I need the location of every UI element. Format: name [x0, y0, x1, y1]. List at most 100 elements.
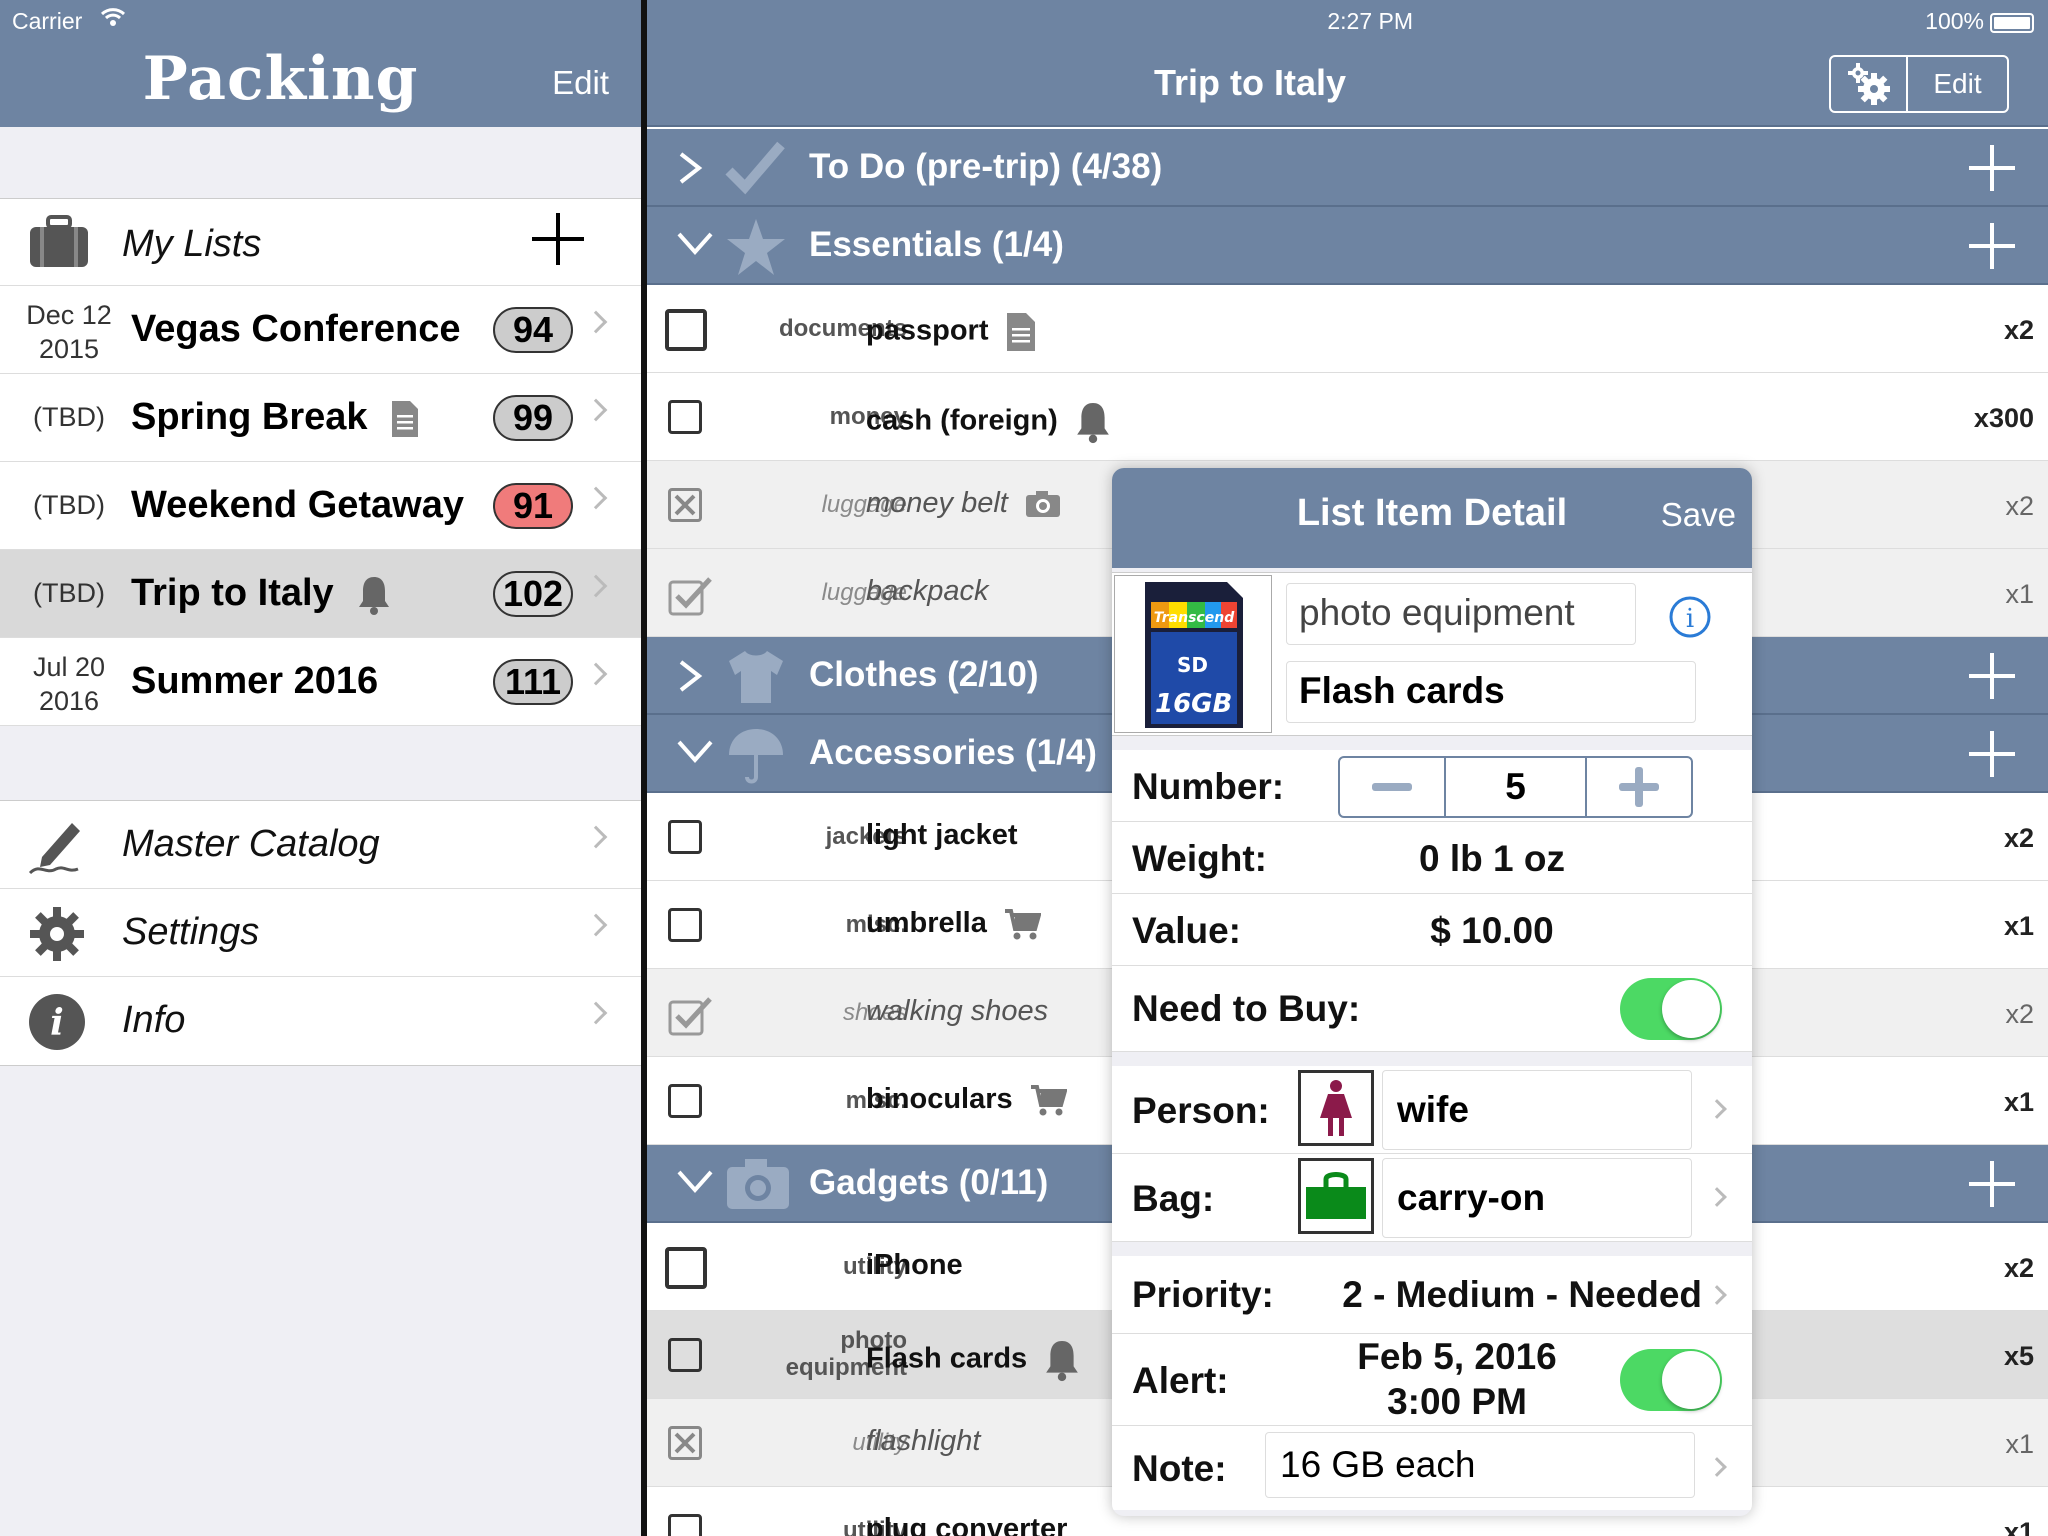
- bag-icon-box: [1298, 1158, 1374, 1234]
- chevron-right-icon: [679, 152, 703, 184]
- note-value[interactable]: 16 GB each: [1265, 1432, 1695, 1498]
- item-row-cash-foreign[interactable]: money cash (foreign) x300: [647, 373, 2048, 461]
- list-settings-button[interactable]: [1831, 57, 1908, 111]
- item-checkbox[interactable]: [665, 1247, 707, 1289]
- list-date: Dec 12 2015: [26, 300, 112, 364]
- list-row-spring-break[interactable]: (TBD) Spring Break 99: [0, 374, 641, 462]
- list-title: Trip to Italy: [1153, 62, 1347, 103]
- item-checkbox[interactable]: [665, 309, 707, 351]
- item-checkbox-excluded[interactable]: [668, 1426, 702, 1460]
- alert-toggle[interactable]: [1620, 1349, 1722, 1411]
- gears-icon: [1847, 63, 1890, 105]
- add-item-button[interactable]: [1967, 143, 2017, 193]
- chevron-right-icon: [584, 1001, 608, 1025]
- add-list-button[interactable]: [530, 211, 586, 273]
- tshirt-icon: [729, 651, 783, 703]
- weight-label: Weight:: [1132, 838, 1267, 879]
- item-name: passport: [866, 311, 1037, 353]
- save-button[interactable]: Save: [1661, 496, 1736, 534]
- menu-label: Master Catalog: [122, 823, 380, 865]
- info-button[interactable]: i: [1668, 595, 1712, 644]
- bag-row[interactable]: Bag: carry-on: [1112, 1154, 1752, 1242]
- item-count-badge: 102: [493, 571, 573, 617]
- item-checkbox-excluded[interactable]: [668, 488, 702, 522]
- item-row-passport[interactable]: documents passport x2: [647, 285, 2048, 373]
- item-checkbox[interactable]: [668, 820, 702, 854]
- need-to-buy-row: Need to Buy:: [1112, 966, 1752, 1052]
- item-checkbox[interactable]: [668, 908, 702, 942]
- increment-button[interactable]: [1587, 758, 1691, 816]
- item-checkbox[interactable]: [668, 1338, 702, 1372]
- menu-item-info[interactable]: i Info: [0, 977, 641, 1065]
- item-checkbox-checked[interactable]: [668, 576, 712, 616]
- plus-icon: [1619, 767, 1659, 807]
- list-name: Weekend Getaway: [131, 484, 465, 526]
- person-value: wife: [1382, 1070, 1692, 1150]
- quantity-stepper: 5: [1338, 756, 1693, 818]
- quantity-value[interactable]: 5: [1444, 758, 1587, 816]
- list-date: (TBD): [33, 578, 105, 608]
- list-row-trip-to-italy[interactable]: (TBD) Trip to Italy 102: [0, 550, 641, 638]
- priority-row[interactable]: Priority: 2 - Medium - Needed: [1112, 1256, 1752, 1334]
- section-essentials[interactable]: Essentials (1/4): [647, 207, 2048, 285]
- category-field[interactable]: photo equipment: [1286, 583, 1636, 645]
- note-row[interactable]: Note: 16 GB each: [1112, 1426, 1752, 1510]
- chevron-down-icon: [677, 1170, 713, 1194]
- item-name: money belt: [866, 487, 1062, 520]
- edit-list-button[interactable]: Edit: [1908, 57, 2007, 111]
- item-checkbox[interactable]: [668, 1514, 702, 1536]
- decrement-button[interactable]: [1340, 758, 1444, 816]
- item-identity-section: Transcend SD 16GB photo equipment i Flas…: [1112, 572, 1752, 736]
- item-name: Flash cards: [866, 1337, 1081, 1383]
- menu-item-settings[interactable]: Settings: [0, 889, 641, 977]
- item-name: flashlight: [866, 1425, 981, 1457]
- chevron-right-icon: [1707, 1457, 1727, 1477]
- weight-row[interactable]: Weight: 0 lb 1 oz: [1112, 822, 1752, 894]
- list-date: (TBD): [33, 490, 105, 520]
- list-row-vegas-conference[interactable]: Dec 12 2015 Vegas Conference 94: [0, 286, 641, 374]
- alert-row[interactable]: Alert: Feb 5, 2016 3:00 PM: [1112, 1334, 1752, 1426]
- item-checkbox[interactable]: [668, 400, 702, 434]
- svg-text:i: i: [1686, 604, 1694, 634]
- add-item-button[interactable]: [1967, 651, 2017, 701]
- item-count-badge: 94: [493, 307, 573, 353]
- add-item-button[interactable]: [1967, 221, 2017, 271]
- sidebar-menu: Master Catalog Settings i Info: [0, 800, 641, 1066]
- item-detail-popover: List Item Detail Save Transcend SD 16GB …: [1112, 468, 1752, 1516]
- list-row-summer-2016[interactable]: Jul 20 2016 Summer 2016 111: [0, 638, 641, 726]
- info-circle-icon: i: [1669, 596, 1711, 638]
- item-photo[interactable]: Transcend SD 16GB: [1114, 575, 1272, 733]
- section-todo[interactable]: To Do (pre-trip) (4/38): [647, 129, 2048, 207]
- chevron-right-icon: [1707, 1285, 1727, 1305]
- value-row[interactable]: Value: $ 10.00: [1112, 894, 1752, 966]
- item-count-badge: 111: [493, 659, 573, 705]
- minus-icon: [1372, 783, 1412, 791]
- item-quantity: x5: [2003, 1341, 2034, 1371]
- alert-datetime: Feb 5, 2016 3:00 PM: [1282, 1334, 1632, 1424]
- person-row[interactable]: Person: wife: [1112, 1066, 1752, 1154]
- priority-label: Priority:: [1132, 1274, 1274, 1315]
- list-row-weekend-getaway[interactable]: (TBD) Weekend Getaway 91: [0, 462, 641, 550]
- item-name-field[interactable]: Flash cards: [1286, 661, 1696, 723]
- add-item-button[interactable]: [1967, 1159, 2017, 1209]
- umbrella-icon: [729, 729, 783, 784]
- item-checkbox[interactable]: [668, 1084, 702, 1118]
- add-item-button[interactable]: [1967, 729, 2017, 779]
- section-title: Gadgets (0/11): [809, 1163, 1049, 1202]
- item-checkbox-checked[interactable]: [668, 996, 712, 1036]
- bell-icon: [1046, 1341, 1079, 1382]
- woman-icon: [1320, 1080, 1352, 1136]
- chevron-right-icon: [584, 825, 608, 849]
- need-to-buy-toggle[interactable]: [1620, 978, 1722, 1040]
- menu-item-master-catalog[interactable]: Master Catalog: [0, 801, 641, 889]
- person-label: Person:: [1132, 1090, 1270, 1131]
- camera-icon: [1025, 491, 1060, 518]
- alert-date: Feb 5, 2016: [1357, 1336, 1557, 1377]
- list-date: (TBD): [33, 402, 105, 432]
- x-mark-icon: [674, 494, 696, 516]
- chevron-right-icon: [584, 913, 608, 937]
- checkmark-icon: [725, 141, 785, 195]
- edit-lists-button[interactable]: Edit: [552, 64, 609, 102]
- priority-value: 2 - Medium - Needed: [1342, 1274, 1702, 1315]
- chevron-right-icon: [584, 486, 608, 510]
